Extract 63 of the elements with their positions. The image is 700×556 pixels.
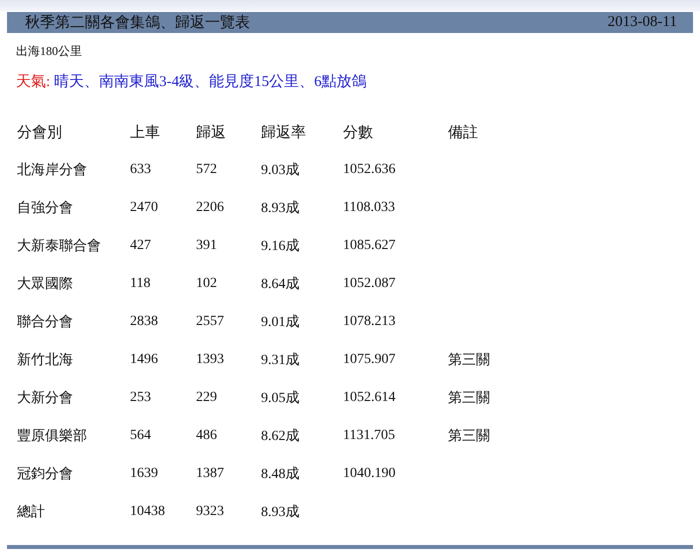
table-cell-text: 大眾國際 — [17, 276, 74, 293]
table-cell-text: 229 — [196, 390, 218, 406]
table-cell-text: 9323 — [196, 504, 225, 520]
table-cell-text: 1387 — [196, 466, 225, 482]
table-cell-text: 9.31成 — [261, 352, 300, 369]
table-cell-text: 633 — [130, 162, 152, 178]
table-cell-text: 102 — [196, 276, 218, 292]
table-cell-text: 8.62成 — [261, 428, 300, 445]
table-cell-text: 大新分會 — [17, 389, 74, 407]
table-cell-text: 冠鈞分會 — [17, 466, 74, 483]
table-cell-text: 1131.705 — [343, 428, 396, 444]
table-cell-text: 1078.213 — [343, 314, 396, 330]
table-cell-text: 第三關 — [448, 428, 491, 445]
table-cell-text: 第三關 — [448, 352, 491, 369]
table-cell-text: 253 — [130, 390, 152, 406]
table-cell-text: 總計 — [17, 503, 46, 521]
table-cell-text: 9.16成 — [261, 238, 300, 255]
table-cell-text: 9.01成 — [261, 314, 300, 331]
table-cell-text: 8.93成 — [261, 504, 300, 521]
table-cell-text: 自強分會 — [17, 200, 74, 217]
column-header: 備註 — [448, 124, 479, 142]
table-cell-text: 391 — [196, 238, 218, 254]
table-cell-text: 1052.636 — [343, 162, 396, 178]
column-header: 歸返率 — [261, 123, 307, 142]
table-cell-text: 9.03成 — [261, 162, 300, 179]
table-cell-text: 大新泰聯合會 — [17, 237, 102, 255]
column-header: 分數 — [343, 124, 374, 142]
table-cell-text: 2206 — [196, 200, 225, 216]
table-cell-text: 1085.627 — [343, 238, 396, 254]
table-cell-text: 1496 — [130, 352, 159, 368]
weather-text: 晴天、南南東風3-4級、能見度15公里、6點放鴿 — [54, 72, 367, 91]
table-cell-text: 1040.190 — [343, 466, 396, 482]
table-cell-text: 427 — [130, 238, 152, 254]
table-cell-text: 豐原俱樂部 — [17, 428, 88, 445]
table-cell-text: 1108.033 — [343, 200, 396, 216]
table-cell-text: 1052.087 — [343, 276, 396, 292]
date-label: 2013-08-11 — [608, 14, 677, 31]
table-cell-text: 8.48成 — [261, 466, 300, 483]
table-cell-text: 1639 — [130, 466, 159, 482]
table-cell-text: 572 — [196, 162, 218, 178]
column-header: 分會別 — [17, 124, 63, 142]
distance-text: 出海180公里 — [16, 43, 83, 60]
column-header: 歸返 — [196, 124, 227, 142]
page-title: 秋季第二關各會集鴿、歸返一覽表 — [25, 14, 250, 32]
table-cell-text: 9.05成 — [261, 390, 300, 407]
table-cell-text: 2470 — [130, 200, 159, 216]
table-cell-text: 8.64成 — [261, 276, 300, 293]
table-cell-text: 118 — [130, 276, 152, 292]
weather-label: 天氣: — [16, 73, 50, 91]
table-cell-text: 8.93成 — [261, 200, 300, 217]
table-cell-text: 2838 — [130, 314, 159, 330]
column-header: 上車 — [130, 124, 161, 142]
table-cell-text: 2557 — [196, 314, 225, 330]
table-cell-text: 第三關 — [448, 390, 491, 407]
table-cell-text: 聯合分會 — [17, 314, 74, 331]
table-cell-text: 10438 — [130, 504, 166, 520]
table-cell-text: 北海岸分會 — [17, 162, 88, 179]
table-cell-text: 1075.907 — [343, 352, 396, 368]
table-cell-text: 1052.614 — [343, 390, 396, 406]
table-cell-text: 1393 — [196, 352, 225, 368]
table-cell-text: 新竹北海 — [17, 351, 74, 369]
table-cell-text: 486 — [196, 428, 218, 444]
table-cell-text: 564 — [130, 428, 152, 444]
